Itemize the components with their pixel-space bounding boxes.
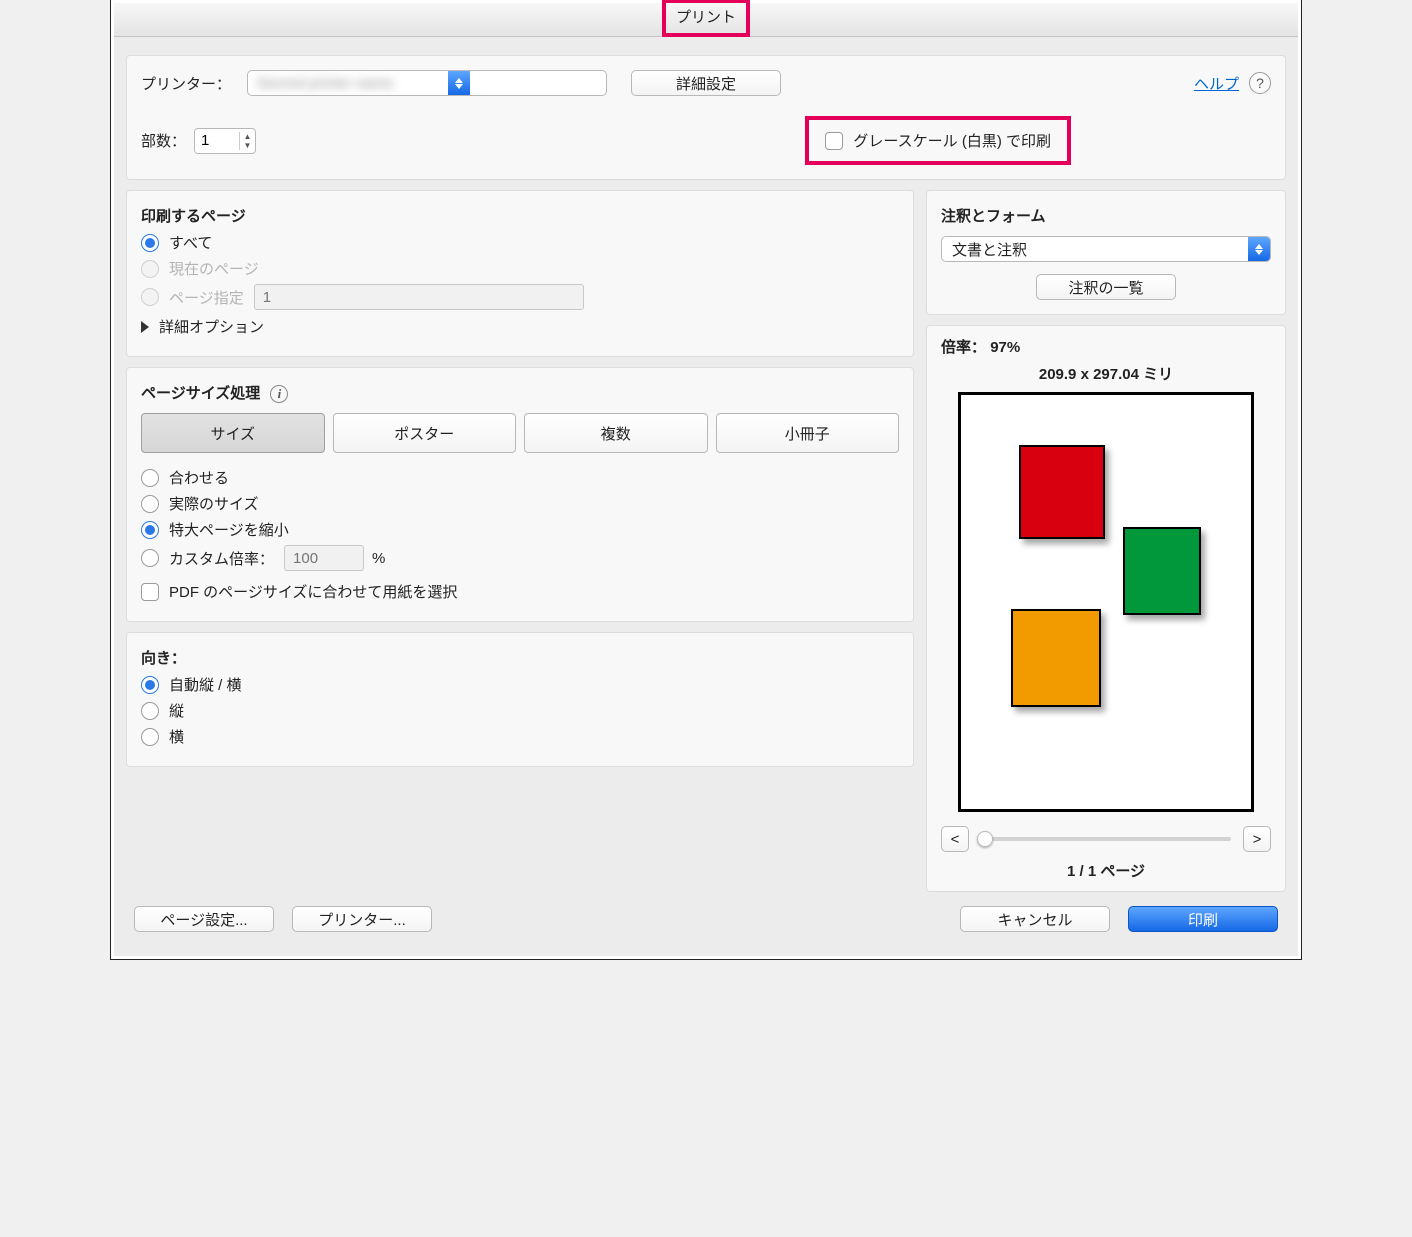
pages-range-label: ページ指定 bbox=[169, 287, 244, 308]
dialog-footer: ページ設定... プリンター... キャンセル 印刷 bbox=[126, 892, 1286, 942]
choose-paper-label: PDF のページサイズに合わせて用紙を選択 bbox=[169, 581, 457, 602]
chevron-updown-icon bbox=[1248, 237, 1270, 261]
print-button[interactable]: 印刷 bbox=[1128, 906, 1278, 932]
window-title-highlight: プリント bbox=[662, 0, 750, 37]
preview-shape-orange bbox=[1011, 609, 1101, 707]
advanced-settings-button[interactable]: 詳細設定 bbox=[631, 70, 781, 96]
printer-select[interactable]: blurred printer name bbox=[247, 70, 607, 96]
page-setup-button[interactable]: ページ設定... bbox=[134, 906, 274, 932]
tab-size[interactable]: サイズ bbox=[141, 413, 325, 453]
pages-more-options[interactable]: 詳細オプション bbox=[159, 316, 264, 337]
fit-label: 合わせる bbox=[169, 467, 229, 488]
page-of-label: 1 / 1 ページ bbox=[941, 860, 1271, 881]
printer-label: プリンター： bbox=[141, 73, 231, 94]
custom-radio[interactable] bbox=[141, 549, 159, 567]
orientation-panel: 向き： 自動縦 / 横 縦 横 bbox=[126, 632, 914, 767]
preview-shape-red bbox=[1019, 445, 1105, 539]
size-tabs: サイズ ポスター 複数 小冊子 bbox=[141, 413, 899, 453]
window-title: プリント bbox=[676, 3, 736, 33]
custom-scale-input[interactable] bbox=[284, 545, 364, 571]
size-heading: ページサイズ処理 i bbox=[141, 382, 899, 403]
custom-label: カスタム倍率： bbox=[169, 548, 274, 569]
info-icon[interactable]: i bbox=[270, 385, 288, 403]
orient-auto-label: 自動縦 / 横 bbox=[169, 674, 242, 695]
prev-page-button[interactable]: < bbox=[941, 826, 969, 852]
copies-input[interactable] bbox=[195, 129, 239, 153]
pages-all-radio[interactable] bbox=[141, 234, 159, 252]
preview-page bbox=[958, 392, 1254, 812]
grayscale-checkbox[interactable] bbox=[825, 132, 843, 150]
stepper-arrows-icon[interactable]: ▲▼ bbox=[239, 132, 255, 150]
percent-label: % bbox=[372, 550, 385, 567]
shrink-radio[interactable] bbox=[141, 521, 159, 539]
choose-paper-checkbox[interactable] bbox=[141, 583, 159, 601]
printer-util-button[interactable]: プリンター... bbox=[292, 906, 432, 932]
tab-poster[interactable]: ポスター bbox=[333, 413, 517, 453]
pages-panel: 印刷するページ すべて 現在のページ ページ指定 詳細オプション bbox=[126, 190, 914, 357]
orient-portrait-label: 縦 bbox=[169, 700, 184, 721]
pages-range-input[interactable] bbox=[254, 284, 584, 310]
next-page-button[interactable]: > bbox=[1243, 826, 1271, 852]
pages-heading: 印刷するページ bbox=[141, 205, 899, 226]
orient-auto-radio[interactable] bbox=[141, 676, 159, 694]
tab-booklet[interactable]: 小冊子 bbox=[716, 413, 900, 453]
disclosure-triangle-icon[interactable] bbox=[141, 321, 149, 333]
comments-select[interactable]: 文書と注釈 bbox=[941, 236, 1271, 262]
page-slider[interactable] bbox=[981, 837, 1231, 841]
pages-range-radio[interactable] bbox=[141, 288, 159, 306]
slider-thumb[interactable] bbox=[977, 831, 993, 847]
help-link[interactable]: ヘルプ bbox=[1194, 73, 1239, 94]
pages-current-radio[interactable] bbox=[141, 260, 159, 278]
orient-portrait-radio[interactable] bbox=[141, 702, 159, 720]
fit-radio[interactable] bbox=[141, 469, 159, 487]
tab-multi[interactable]: 複数 bbox=[524, 413, 708, 453]
grayscale-label: グレースケール (白黒) で印刷 bbox=[853, 130, 1051, 151]
copies-stepper[interactable]: ▲▼ bbox=[194, 128, 256, 154]
comments-heading: 注釈とフォーム bbox=[941, 205, 1271, 226]
scale-row: 倍率： 97% bbox=[941, 336, 1271, 357]
orient-landscape-radio[interactable] bbox=[141, 728, 159, 746]
size-handling-panel: ページサイズ処理 i サイズ ポスター 複数 小冊子 合わせる 実際のサイズ 特… bbox=[126, 367, 914, 622]
preview-dimensions: 209.9 x 297.04 ミリ bbox=[941, 363, 1271, 384]
preview-panel: 倍率： 97% 209.9 x 297.04 ミリ < > 1 / 1 ペ bbox=[926, 325, 1286, 892]
scale-value: 97% bbox=[990, 339, 1020, 356]
titlebar: プリント bbox=[114, 3, 1298, 37]
printer-panel: プリンター： blurred printer name 詳細設定 ヘルプ ? 部… bbox=[126, 55, 1286, 180]
comments-panel: 注釈とフォーム 文書と注釈 注釈の一覧 bbox=[926, 190, 1286, 315]
grayscale-highlight: グレースケール (白黒) で印刷 bbox=[805, 116, 1071, 165]
preview-shape-green bbox=[1123, 527, 1201, 615]
pages-all-label: すべて bbox=[169, 232, 212, 253]
pages-current-label: 現在のページ bbox=[169, 258, 259, 279]
orientation-heading: 向き： bbox=[141, 647, 899, 668]
copies-label: 部数： bbox=[141, 130, 186, 151]
orient-landscape-label: 横 bbox=[169, 726, 184, 747]
print-dialog: プリント プリンター： blurred printer name 詳細設定 ヘル… bbox=[111, 0, 1301, 959]
shrink-label: 特大ページを縮小 bbox=[169, 519, 289, 540]
cancel-button[interactable]: キャンセル bbox=[960, 906, 1110, 932]
comments-summary-button[interactable]: 注釈の一覧 bbox=[1036, 274, 1176, 300]
chevron-updown-icon bbox=[448, 71, 470, 95]
actual-label: 実際のサイズ bbox=[169, 493, 259, 514]
actual-radio[interactable] bbox=[141, 495, 159, 513]
help-icon[interactable]: ? bbox=[1249, 72, 1271, 94]
